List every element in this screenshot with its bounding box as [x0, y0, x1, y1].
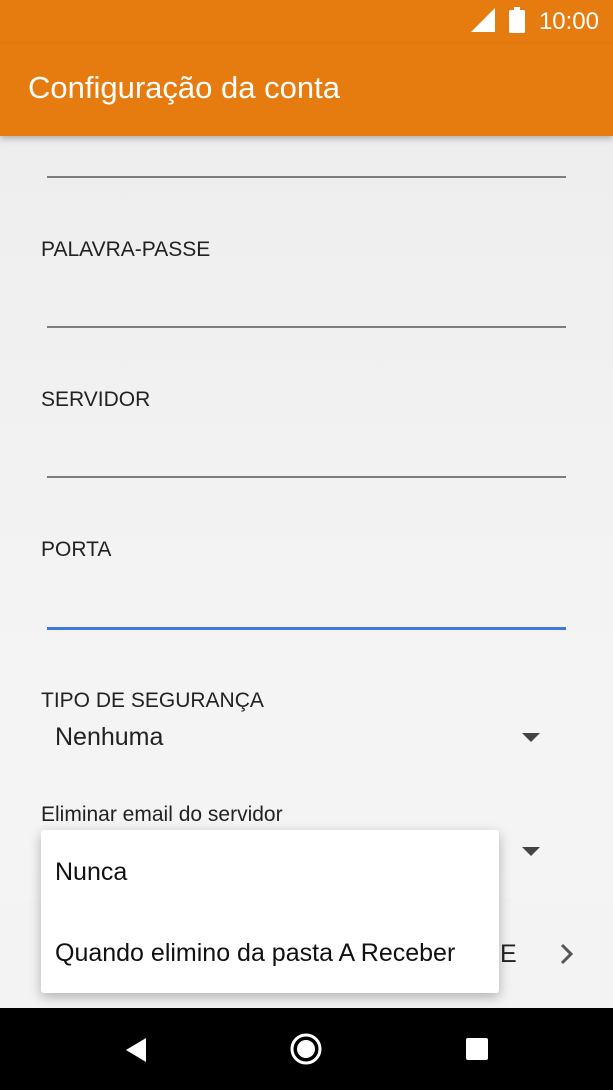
recents-icon[interactable] [465, 1037, 489, 1065]
port-field[interactable] [47, 627, 566, 630]
server-field[interactable] [47, 476, 566, 478]
hidden-row-text: E [500, 940, 517, 968]
security-type-select[interactable]: Nenhuma [55, 723, 163, 752]
security-type-label: TIPO DE SEGURANÇA [41, 689, 264, 712]
server-label: SERVIDOR [41, 388, 151, 411]
app-bar: Configuração da conta [0, 44, 613, 136]
chevron-right-icon[interactable] [556, 940, 578, 968]
chevron-down-icon[interactable] [522, 847, 540, 856]
chevron-down-icon[interactable] [522, 733, 540, 742]
navigation-bar [0, 1008, 613, 1090]
dropdown-option-never[interactable]: Nunca [55, 858, 127, 887]
username-field-underline[interactable] [47, 176, 566, 178]
port-label: PORTA [41, 538, 112, 561]
dropdown-option-when-deleted-inbox[interactable]: Quando elimino da pasta A Receber [55, 939, 455, 968]
delete-email-label: Eliminar email do servidor [41, 803, 283, 826]
status-bar: 10:00 [0, 0, 613, 44]
status-icons: 10:00 [470, 7, 599, 37]
signal-icon [470, 8, 495, 36]
battery-icon [508, 7, 525, 37]
home-icon[interactable] [289, 1032, 323, 1070]
delete-email-dropdown: Nunca Quando elimino da pasta A Receber [41, 830, 499, 993]
status-time: 10:00 [538, 8, 599, 35]
back-icon[interactable] [124, 1037, 148, 1067]
page-title: Configuração da conta [28, 70, 340, 105]
password-field[interactable] [47, 326, 566, 328]
password-label: PALAVRA-PASSE [41, 238, 211, 261]
